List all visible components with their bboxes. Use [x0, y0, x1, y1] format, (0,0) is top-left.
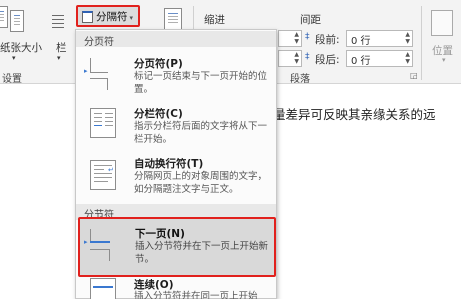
- columns-icon[interactable]: [52, 12, 64, 30]
- indent-left-spinner[interactable]: ▲ ▼: [278, 30, 302, 47]
- indent-right-spinner[interactable]: ▲ ▼: [278, 50, 302, 67]
- margins-icon[interactable]: [0, 6, 8, 28]
- menu-item-continuous[interactable]: 连续(O) 插入分节符并在同一页上开始: [76, 276, 276, 299]
- space-before-value: 0 行: [351, 36, 371, 47]
- position-icon[interactable]: [431, 10, 453, 36]
- page-break-title: 分页符(P): [134, 58, 183, 70]
- paper-size-button[interactable]: 纸张大小: [0, 40, 42, 55]
- breaks-button[interactable]: 分隔符 ▾: [76, 5, 140, 27]
- page-break-desc: 标记一页结束与下一页开始的位置。: [134, 71, 268, 95]
- space-after-label: 段后:: [315, 54, 340, 66]
- menu-item-column-break[interactable]: 分栏符(C) 指示分栏符后面的文字将从下一栏开始。: [76, 102, 276, 148]
- page-breaks-header: 分页符: [76, 31, 276, 48]
- page-setup-group-label: 设置: [2, 74, 22, 85]
- continuous-icon: [90, 278, 122, 299]
- breaks-icon: [82, 11, 93, 23]
- paper-size-caret-icon[interactable]: ▾: [12, 54, 16, 62]
- column-break-desc: 指示分栏符后面的文字将从下一栏开始。: [134, 121, 268, 145]
- space-before-icon: ‡: [305, 32, 310, 42]
- text-wrapping-title: 自动换行符(T): [134, 158, 204, 170]
- space-after-icon: ‡: [305, 52, 310, 62]
- page-break-icon: ▸: [84, 58, 122, 90]
- line-numbers-icon[interactable]: [164, 8, 182, 30]
- document-text: 量差异可反映其亲缘关系的远: [273, 107, 436, 122]
- breaks-caret-icon: ▾: [129, 14, 134, 22]
- menu-item-text-wrapping[interactable]: ↵ 自动换行符(T) 分隔网页上的对象周围的文字，如分隔题注文字与正文。: [76, 152, 276, 208]
- space-after-value: 0 行: [351, 56, 371, 67]
- space-before-label: 段前:: [315, 34, 340, 46]
- breaks-label: 分隔符: [96, 11, 128, 23]
- paragraph-group-label: 段落: [290, 74, 310, 85]
- spacing-label: 间距: [300, 14, 321, 26]
- next-page-title: 下一页(N): [135, 228, 185, 240]
- columns-caret-icon[interactable]: ▾: [57, 54, 61, 62]
- next-page-desc: 插入分节符并在下一页上开始新节。: [135, 241, 269, 265]
- space-before-field[interactable]: 0 行 ▲ ▼: [346, 30, 413, 47]
- indent-label: 缩进: [204, 14, 225, 26]
- columns-button[interactable]: 栏: [56, 40, 67, 55]
- space-after-field[interactable]: 0 行 ▲ ▼: [346, 50, 413, 67]
- next-page-highlight[interactable]: ▸ 下一页(N) 插入分节符并在下一页上开始新节。: [78, 217, 276, 277]
- column-break-title: 分栏符(C): [134, 108, 183, 120]
- continuous-desc: 插入分节符并在同一页上开始: [134, 291, 258, 299]
- group-divider-2: [421, 6, 422, 80]
- position-caret-icon[interactable]: ▾: [442, 56, 446, 64]
- column-break-icon: [90, 108, 122, 138]
- paragraph-settings-icon[interactable]: ◲: [410, 71, 418, 80]
- text-wrapping-desc: 分隔网页上的对象周围的文字，如分隔题注文字与正文。: [134, 171, 268, 195]
- text-wrapping-icon: ↵: [90, 160, 122, 190]
- next-page-selected-icon: ▸: [84, 229, 122, 261]
- paper-size-icon[interactable]: [10, 10, 24, 32]
- menu-item-page-break[interactable]: ▸ 分页符(P) 标记一页结束与下一页开始的位置。: [76, 50, 276, 96]
